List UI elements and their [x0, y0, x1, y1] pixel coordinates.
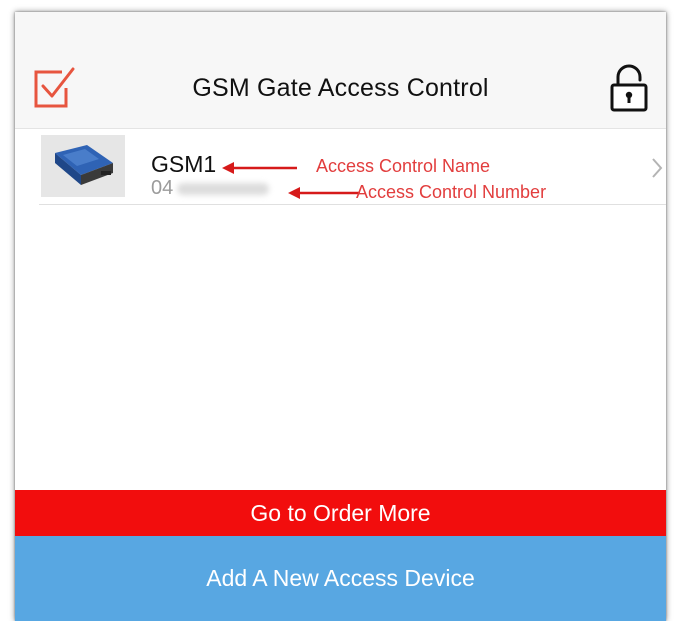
blurred-digits — [177, 182, 270, 195]
annotation-number-label: Access Control Number — [356, 182, 547, 202]
nav-header: GSM Gate Access Control — [15, 12, 666, 129]
device-list-item[interactable]: GSM1 04 Access Control Name Access Contr… — [39, 129, 666, 205]
access-control-name: GSM1 — [151, 151, 217, 177]
order-more-button[interactable]: Go to Order More — [15, 490, 666, 536]
add-access-device-button[interactable]: Add A New Access Device — [15, 536, 666, 621]
annotation-arrow-name — [222, 162, 297, 174]
gsm-device-icon — [41, 135, 125, 197]
page-title: GSM Gate Access Control — [192, 74, 489, 102]
chevron-right-icon — [652, 158, 663, 178]
access-control-number: 04 — [151, 177, 270, 199]
unlock-icon[interactable] — [609, 64, 649, 112]
annotation-arrow-number — [288, 187, 360, 199]
annotation-name-label: Access Control Name — [316, 156, 491, 176]
access-control-number-prefix: 04 — [151, 177, 174, 199]
app-screen: GSM Gate Access Control GSM1 04 Access C… — [15, 12, 666, 621]
